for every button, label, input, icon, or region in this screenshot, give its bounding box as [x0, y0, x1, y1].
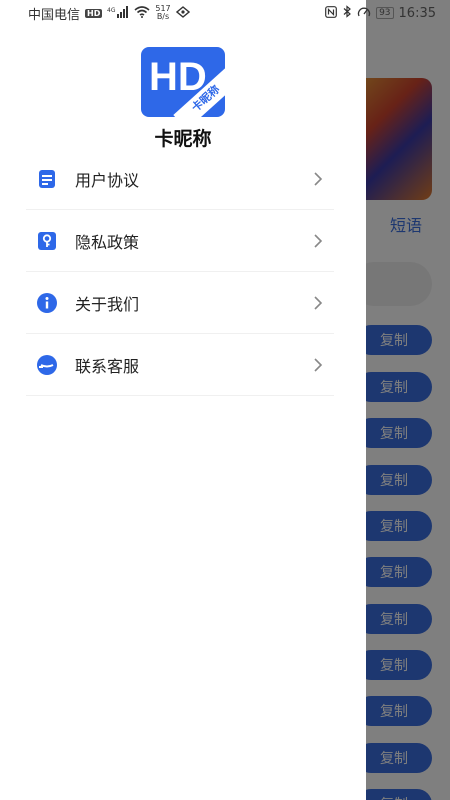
app-logo: HD 卡昵称	[141, 47, 225, 117]
menu-item-about-us[interactable]: 关于我们	[26, 272, 334, 334]
chevron-right-icon	[310, 171, 326, 187]
menu-item-privacy-policy[interactable]: 隐私政策	[26, 210, 334, 272]
menu-item-label: 用户协议	[75, 170, 140, 190]
status-bar: 中国电信 HD 4G 517 B/s 93 16:35	[0, 0, 450, 26]
hd-call-icon: HD	[85, 8, 103, 18]
menu-item-label: 联系客服	[75, 356, 140, 376]
drawer-menu: 用户协议 隐私政策 关于我们 联系客服	[26, 148, 334, 396]
chevron-right-icon	[310, 295, 326, 311]
svg-text:4G: 4G	[107, 7, 116, 14]
carrier-label: 中国电信	[28, 7, 81, 23]
menu-item-label: 隐私政策	[75, 232, 140, 252]
info-icon	[36, 292, 58, 314]
chevron-right-icon	[310, 357, 326, 373]
network-speed: 517 B/s	[155, 4, 171, 21]
menu-item-user-agreement[interactable]: 用户协议	[26, 148, 334, 210]
key-icon	[36, 230, 58, 252]
document-icon	[36, 168, 58, 190]
menu-item-label: 关于我们	[75, 294, 140, 314]
app-name: 卡昵称	[154, 128, 212, 150]
clock: 16:35	[398, 5, 436, 21]
wifi-icon	[134, 5, 150, 21]
customer-service-icon	[36, 354, 58, 376]
bluetooth-icon	[342, 5, 352, 21]
signal-icon: 4G	[107, 5, 129, 21]
nfc-icon	[325, 5, 337, 21]
battery-icon: 93	[376, 7, 394, 19]
menu-item-customer-service[interactable]: 联系客服	[26, 334, 334, 396]
navigation-drawer: HD 卡昵称 卡昵称 用户协议 隐私政策 关于我们 联系客服	[0, 0, 366, 800]
speedometer-icon	[357, 6, 371, 21]
vpn-icon	[175, 5, 190, 21]
chevron-right-icon	[310, 233, 326, 249]
